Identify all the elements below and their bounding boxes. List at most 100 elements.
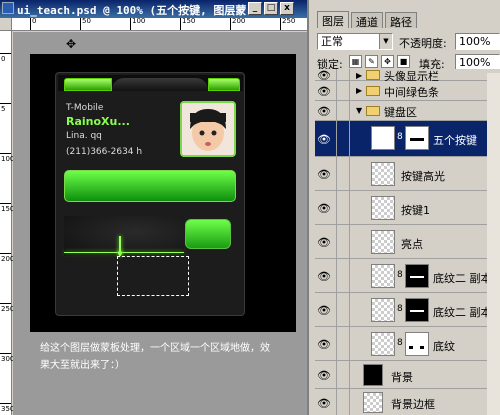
layer-mask-thumbnail[interactable] [405, 298, 429, 322]
layer-name: 按键高光 [401, 170, 445, 183]
layer-row[interactable]: 👁 按键高光 [315, 157, 500, 191]
layer-row[interactable]: 👁 ▶ 中间绿色条 [315, 81, 500, 101]
contact-phone: (211)366-2634 h [66, 147, 143, 157]
ruler-origin[interactable] [0, 18, 12, 31]
opacity-input[interactable]: 100% [455, 33, 500, 50]
contact-name: RainoXu... [66, 115, 130, 128]
layer-thumbnail [371, 162, 395, 186]
blend-mode-value: 正常 [321, 35, 343, 48]
green-tab-left [64, 78, 112, 91]
layer-row[interactable]: 👁 背景 [315, 361, 500, 389]
layer-thumbnail [371, 196, 395, 220]
eye-icon[interactable]: 👁 [317, 168, 332, 181]
folder-icon [366, 70, 380, 80]
eye-icon[interactable]: 👁 [317, 202, 332, 215]
layer-thumbnail [371, 298, 395, 322]
mask-link-icon[interactable]: 8 [397, 132, 403, 142]
layer-name: 按键1 [401, 204, 430, 217]
keypad-area [64, 216, 184, 256]
layer-row[interactable]: 👁 亮点 [315, 225, 500, 259]
eye-icon[interactable]: 👁 [317, 338, 332, 351]
folder-icon [366, 86, 380, 96]
lock-image-icon[interactable]: ✎ [365, 55, 378, 68]
layer-name: 底纹二 副本 [433, 306, 492, 319]
carrier-label: T-Mobile [66, 103, 104, 113]
expand-triangle-icon[interactable]: ▶ [356, 71, 362, 80]
mask-link-icon[interactable]: 8 [397, 304, 403, 314]
layer-thumbnail [371, 126, 395, 150]
close-button[interactable]: x [280, 2, 294, 15]
fill-value: 100% [459, 56, 491, 69]
layer-name: 亮点 [401, 238, 423, 251]
green-bar-button [64, 170, 236, 202]
ruler-number: 5 [1, 105, 6, 113]
layers-list: 👁 ▶ 头像显示栏 👁 ▶ 中间绿色条 👁 ▼ 键盘区 👁 8 五个按键 👁 按… [315, 69, 500, 415]
layer-name: 五个按键 [433, 134, 477, 147]
layer-row-selected[interactable]: 👁 8 五个按键 [315, 121, 500, 157]
ruler-number: 150 [182, 17, 196, 25]
eye-icon[interactable]: 👁 [317, 369, 332, 382]
lock-transparency-icon[interactable]: ▦ [349, 55, 362, 68]
opacity-label: 不透明度: [399, 37, 447, 50]
document-title: ui_teach.psd @ 100% (五个按键, 图层蒙... [17, 4, 247, 17]
layer-row[interactable]: 👁 8 底纹 [315, 327, 500, 361]
lock-all-icon[interactable]: ■ [397, 55, 410, 68]
eye-icon[interactable]: 👁 [317, 397, 332, 410]
mask-link-icon[interactable]: 8 [397, 338, 403, 348]
chevron-down-icon: ▼ [379, 34, 392, 49]
layer-row[interactable]: 👁 8 底纹二 副本 2 [315, 259, 500, 293]
blend-row: 正常 ▼ 不透明度: 100% [315, 33, 500, 50]
marquee-selection[interactable] [117, 256, 189, 296]
ruler-number: 50 [82, 17, 91, 25]
layers-scrollbar[interactable] [487, 73, 500, 415]
maximize-button[interactable]: □ [264, 2, 278, 15]
layer-mask-thumbnail[interactable] [405, 332, 429, 356]
eye-icon[interactable]: 👁 [317, 270, 332, 283]
layer-thumbnail [371, 332, 395, 356]
blend-mode-select[interactable]: 正常 ▼ [317, 33, 393, 50]
phone-top-bar [58, 75, 243, 91]
eye-icon[interactable]: 👁 [317, 69, 332, 82]
layer-name: 背景 [391, 371, 413, 384]
layer-row[interactable]: 👁 8 底纹二 副本 [315, 293, 500, 327]
expand-triangle-icon[interactable]: ▶ [356, 86, 362, 95]
eye-icon[interactable]: 👁 [317, 133, 332, 146]
contact-photo [180, 101, 236, 157]
eye-icon[interactable]: 👁 [317, 85, 332, 98]
lock-position-icon[interactable]: ✥ [381, 55, 394, 68]
layer-thumbnail [363, 364, 383, 386]
move-cursor-icon: ✥ [66, 37, 77, 51]
ruler-left[interactable]: 0 5 100 150 200 250 300 350 [0, 31, 14, 415]
layer-name: 底纹 [433, 340, 455, 353]
eye-icon[interactable]: 👁 [317, 236, 332, 249]
layer-row[interactable]: 👁 按键1 [315, 191, 500, 225]
layer-row[interactable]: 👁 ▶ 头像显示栏 [315, 69, 500, 83]
layer-thumbnail [371, 264, 395, 288]
ruler-number: 100 [132, 17, 146, 25]
layer-mask-thumbnail[interactable] [405, 126, 429, 150]
contact-detail: Lina. qq [66, 131, 102, 141]
layer-row[interactable]: 👁 背景边框 [315, 389, 500, 415]
document-title-bar[interactable]: ui_teach.psd @ 100% (五个按键, 图层蒙... _ □ x [0, 0, 307, 18]
mask-link-icon[interactable]: 8 [397, 270, 403, 280]
layer-thumbnail [363, 392, 383, 413]
layer-mask-thumbnail[interactable] [405, 264, 429, 288]
tab-paths[interactable]: 路径 [385, 12, 417, 29]
layer-thumbnail [371, 230, 395, 254]
ruler-number: 0 [1, 55, 6, 63]
caption-line: 给这个图层做蒙板处理，一个区域一个区域地做，效 [40, 343, 270, 354]
photoshop-document-icon [2, 2, 14, 14]
ruler-number: 0 [32, 17, 37, 25]
document-window: ui_teach.psd @ 100% (五个按键, 图层蒙... _ □ x … [0, 0, 309, 415]
ruler-top[interactable]: 0 50 100 150 200 250 [12, 17, 307, 31]
tab-channels[interactable]: 通道 [351, 12, 383, 29]
collapse-triangle-icon[interactable]: ▼ [356, 106, 362, 115]
eye-icon[interactable]: 👁 [317, 105, 332, 118]
tab-layers[interactable]: 图层 [317, 11, 349, 28]
minimize-button[interactable]: _ [248, 2, 262, 15]
eye-icon[interactable]: 👁 [317, 304, 332, 317]
opacity-value: 100% [459, 35, 491, 48]
caption-line: 果大至就出来了：） [40, 360, 125, 371]
layer-name: 中间绿色条 [384, 86, 439, 99]
layer-row[interactable]: 👁 ▼ 键盘区 [315, 101, 500, 121]
